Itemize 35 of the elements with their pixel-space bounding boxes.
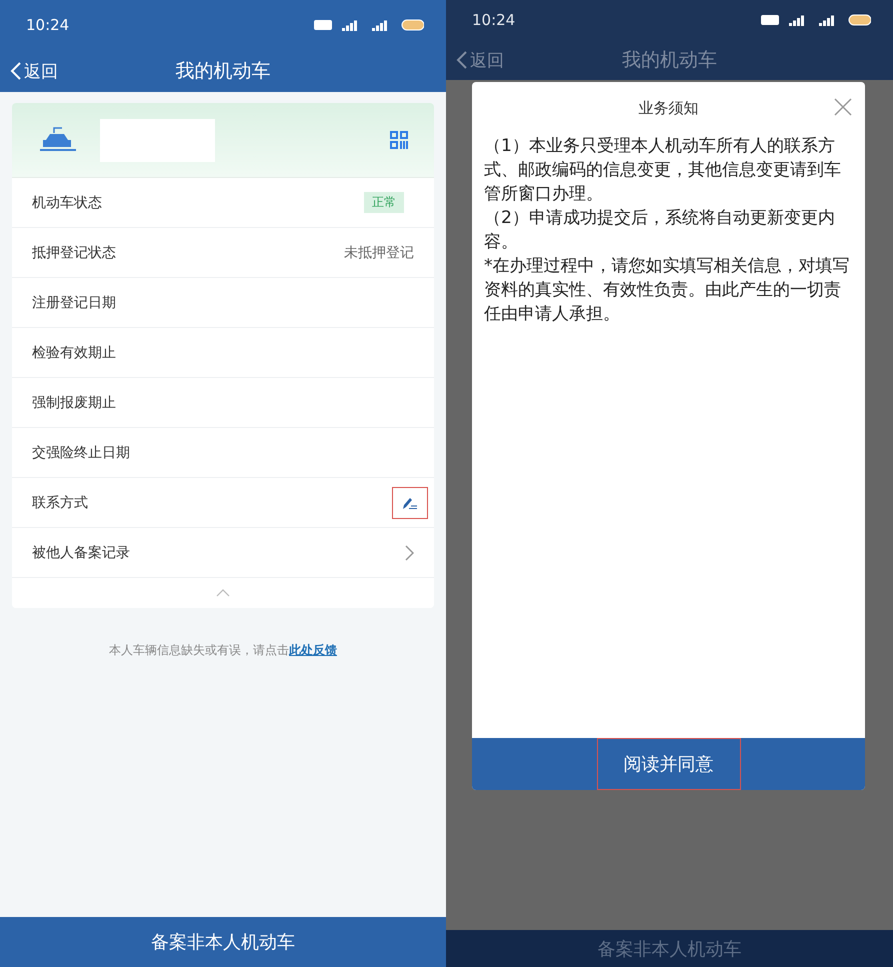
row-label: 强制报废期止 [32,394,116,412]
status-badge: 正常 [364,192,404,213]
dialog-title: 业务须知 [638,98,698,118]
close-button[interactable] [833,98,853,118]
pen-icon [402,496,418,510]
signal-icon [314,19,424,31]
back-button[interactable]: 返回 [10,60,58,82]
row-label: 机动车状态 [32,194,102,212]
signal-icon [761,14,871,26]
row-label: 交强险终止日期 [32,444,130,462]
row-label: 检验有效期止 [32,344,116,362]
status-time: 10:24 [26,16,70,34]
row-label: 抵押登记状态 [32,244,116,262]
notice-paragraph: （2）申请成功提交后，系统将自动更新变更内容。 [484,207,836,254]
chevron-up-icon [216,589,230,597]
feedback-link[interactable]: 此处反馈 [289,643,337,657]
row-value: 未抵押登记 [344,244,414,262]
back-button[interactable]: 返回 [456,48,504,72]
edit-button[interactable] [392,486,428,518]
car-icon [38,126,78,154]
feedback-note: 本人车辆信息缺失或有误，请点击此处反馈 [108,642,338,659]
qr-code-icon[interactable] [390,131,408,149]
status-time: 10:24 [472,11,516,29]
back-chevron-icon [456,50,468,70]
page-title: 我的机动车 [176,59,270,84]
row-label: 注册登记日期 [32,294,116,312]
agree-button[interactable]: 阅读并同意 [596,738,740,790]
notice-paragraph: （1）本业务只受理本人机动车所有人的联系方式、邮政编码的信息变更，其他信息变更请到车管所窗口办理。 [484,135,842,206]
page-title: 我的机动车 [622,48,717,73]
notice-paragraph: *在办理过程中，请您如实填写相关信息，对填写资料的真实性、有效性负责。由此产生的一切责任由申请人承担。 [484,255,851,326]
chevron-right-icon [405,544,414,560]
row-label: 被他人备案记录 [32,544,130,562]
row-label: 联系方式 [32,494,88,512]
register-vehicle-button[interactable]: 备案非本人机动车 [0,917,446,967]
back-chevron-icon [10,61,22,81]
